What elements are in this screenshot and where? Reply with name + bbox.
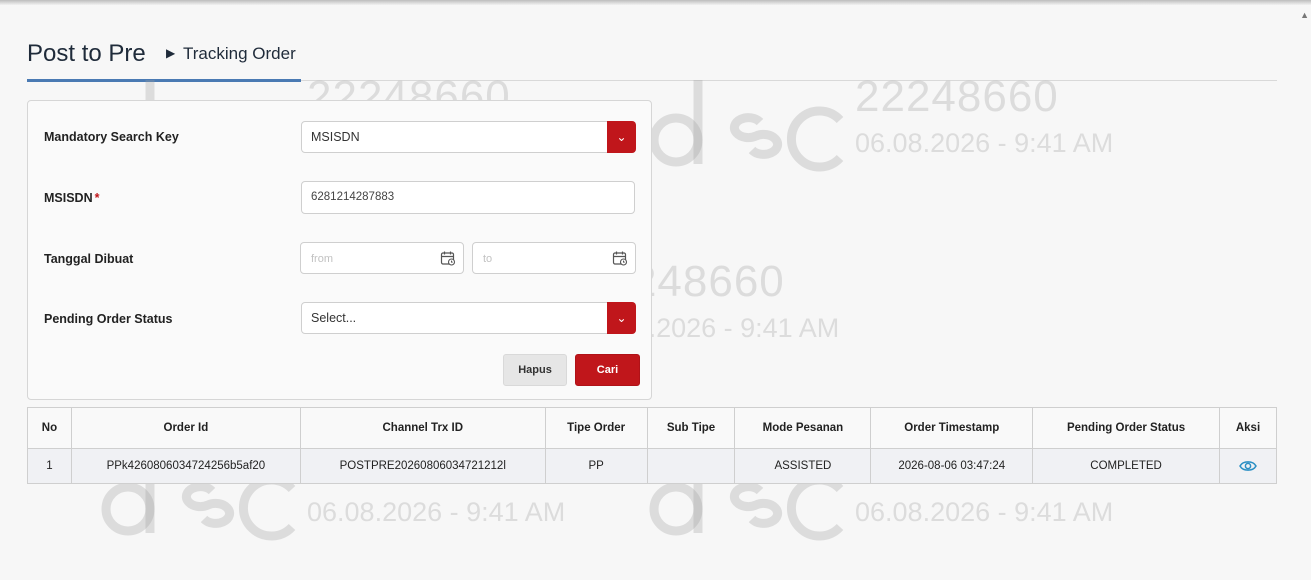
column-header: Tipe Order <box>544 407 648 449</box>
date-from-placeholder: from <box>311 253 333 265</box>
window-top-border <box>0 0 1311 5</box>
chevron-down-icon[interactable]: ⌄ <box>607 302 636 334</box>
table-header-row: No Order Id Channel Trx ID Tipe Order Su… <box>27 407 1278 449</box>
required-mark: * <box>94 191 100 205</box>
search-key-select[interactable]: MSISDN ⌄ <box>301 121 636 153</box>
cell-no: 1 <box>27 448 72 484</box>
date-to-input[interactable]: to <box>472 242 636 274</box>
cell-pending-order-status: COMPLETED <box>1032 448 1220 484</box>
column-header: Order Timestamp <box>870 407 1034 449</box>
results-table: No Order Id Channel Trx ID Tipe Order Su… <box>27 407 1278 484</box>
breadcrumb[interactable]: Tracking Order <box>183 44 296 64</box>
calendar-icon[interactable] <box>612 250 628 266</box>
cell-tipe-order: PP <box>544 448 648 484</box>
search-key-value: MSISDN <box>311 130 360 144</box>
pending-status-label: Pending Order Status <box>44 312 173 326</box>
column-header: Channel Trx ID <box>299 407 546 449</box>
msisdn-input[interactable]: 6281214287883 <box>301 181 635 214</box>
scroll-up-arrow-icon[interactable]: ▲ <box>1300 10 1309 20</box>
header-accent-bar <box>27 79 301 82</box>
search-form-card: Mandatory Search Key MSISDN ⌄ MSISDN * 62… <box>27 100 652 400</box>
column-header: Aksi <box>1218 407 1278 449</box>
date-to-placeholder: to <box>483 253 493 265</box>
breadcrumb-arrow-icon: ▶ <box>166 46 176 60</box>
cell-aksi <box>1218 448 1278 484</box>
date-from-input[interactable]: from <box>300 242 464 274</box>
pending-status-select[interactable]: Select... ⌄ <box>301 302 636 334</box>
cari-button[interactable]: Cari <box>575 354 640 386</box>
watermark: 22248660 06.08.2026 - 9:41 AM <box>640 72 1200 182</box>
cell-order-id: PPk4260806034724256b5af20 <box>70 448 301 484</box>
cell-order-timestamp: 2026-08-06 03:47:24 <box>870 448 1034 484</box>
msisdn-label: MSISDN * <box>44 191 100 205</box>
tanggal-dibuat-label: Tanggal Dibuat <box>44 252 134 266</box>
search-key-label: Mandatory Search Key <box>44 130 179 144</box>
eye-icon[interactable] <box>1239 459 1257 473</box>
column-header: No <box>27 407 72 449</box>
watermark-logo-icon <box>649 80 844 172</box>
column-header: Pending Order Status <box>1032 407 1220 449</box>
msisdn-label-text: MSISDN <box>44 191 93 205</box>
page-title: Post to Pre <box>27 40 146 67</box>
column-header: Sub Tipe <box>646 407 736 449</box>
hapus-button[interactable]: Hapus <box>503 354 567 386</box>
column-header: Mode Pesanan <box>734 407 872 449</box>
watermark-timestamp: 06.08.2026 - 9:41 AM <box>855 128 1114 158</box>
column-header: Order Id <box>70 407 301 449</box>
watermark-timestamp: 06.08.2026 - 9:41 AM <box>855 497 1114 527</box>
table-row: 1 PPk4260806034724256b5af20 POSTPRE20260… <box>27 448 1278 484</box>
cell-channel-trx-id: POSTPRE20260806034721212l <box>299 448 546 484</box>
chevron-down-icon[interactable]: ⌄ <box>607 121 636 153</box>
cell-mode-pesanan: ASSISTED <box>734 448 872 484</box>
watermark-timestamp: 06.08.2026 - 9:41 AM <box>307 497 566 527</box>
calendar-icon[interactable] <box>440 250 456 266</box>
pending-status-value: Select... <box>311 311 357 325</box>
cell-sub-tipe <box>646 448 736 484</box>
page-header: Post to Pre ▶ Tracking Order <box>27 38 1277 86</box>
